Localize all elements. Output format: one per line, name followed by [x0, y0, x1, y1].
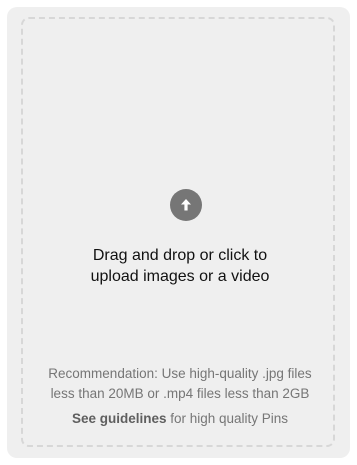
- upload-dropzone[interactable]: Drag and drop or click to upload images …: [21, 17, 335, 447]
- upload-prompt: Drag and drop or click to upload images …: [23, 245, 337, 287]
- upload-prompt-line2: upload images or a video: [90, 268, 270, 285]
- upload-prompt-line1: Drag and drop or click to: [92, 247, 268, 264]
- upload-card: Drag and drop or click to upload images …: [7, 7, 350, 458]
- arrow-up-icon: [181, 199, 191, 211]
- upload-arrow-icon[interactable]: [170, 189, 202, 221]
- guidelines-suffix: for high quality Pins: [166, 411, 289, 426]
- upload-recommendation: Recommendation: Use high-quality .jpg fi…: [23, 364, 337, 404]
- recommendation-line1: Recommendation: Use high-quality .jpg fi…: [48, 366, 312, 381]
- guidelines-note: See guidelines for high quality Pins: [23, 409, 337, 429]
- recommendation-line2: less than 20MB or .mp4 files less than 2…: [50, 386, 310, 401]
- see-guidelines-link[interactable]: See guidelines: [72, 411, 167, 426]
